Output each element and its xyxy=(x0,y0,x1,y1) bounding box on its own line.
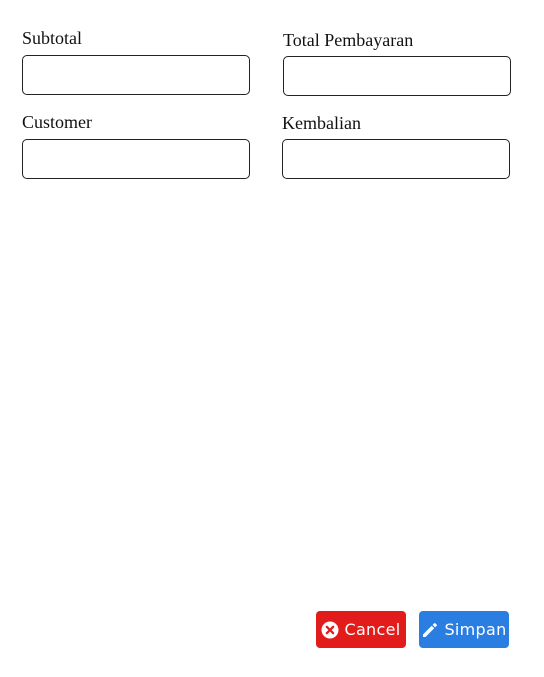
save-button[interactable]: Simpan xyxy=(419,611,509,648)
cancel-button-label: Cancel xyxy=(344,620,401,639)
close-circle-icon xyxy=(321,621,339,639)
cancel-button[interactable]: Cancel xyxy=(316,611,406,648)
subtotal-input[interactable] xyxy=(22,55,250,95)
customer-input[interactable] xyxy=(22,139,250,179)
pencil-icon xyxy=(421,621,439,639)
total-pembayaran-input[interactable] xyxy=(283,56,511,96)
subtotal-label: Subtotal xyxy=(22,28,83,48)
kembalian-input[interactable] xyxy=(282,139,510,179)
kembalian-label: Kembalian xyxy=(282,113,361,133)
customer-label: Customer xyxy=(22,112,92,132)
save-button-label: Simpan xyxy=(444,620,507,639)
total-pembayaran-label: Total Pembayaran xyxy=(283,30,414,50)
